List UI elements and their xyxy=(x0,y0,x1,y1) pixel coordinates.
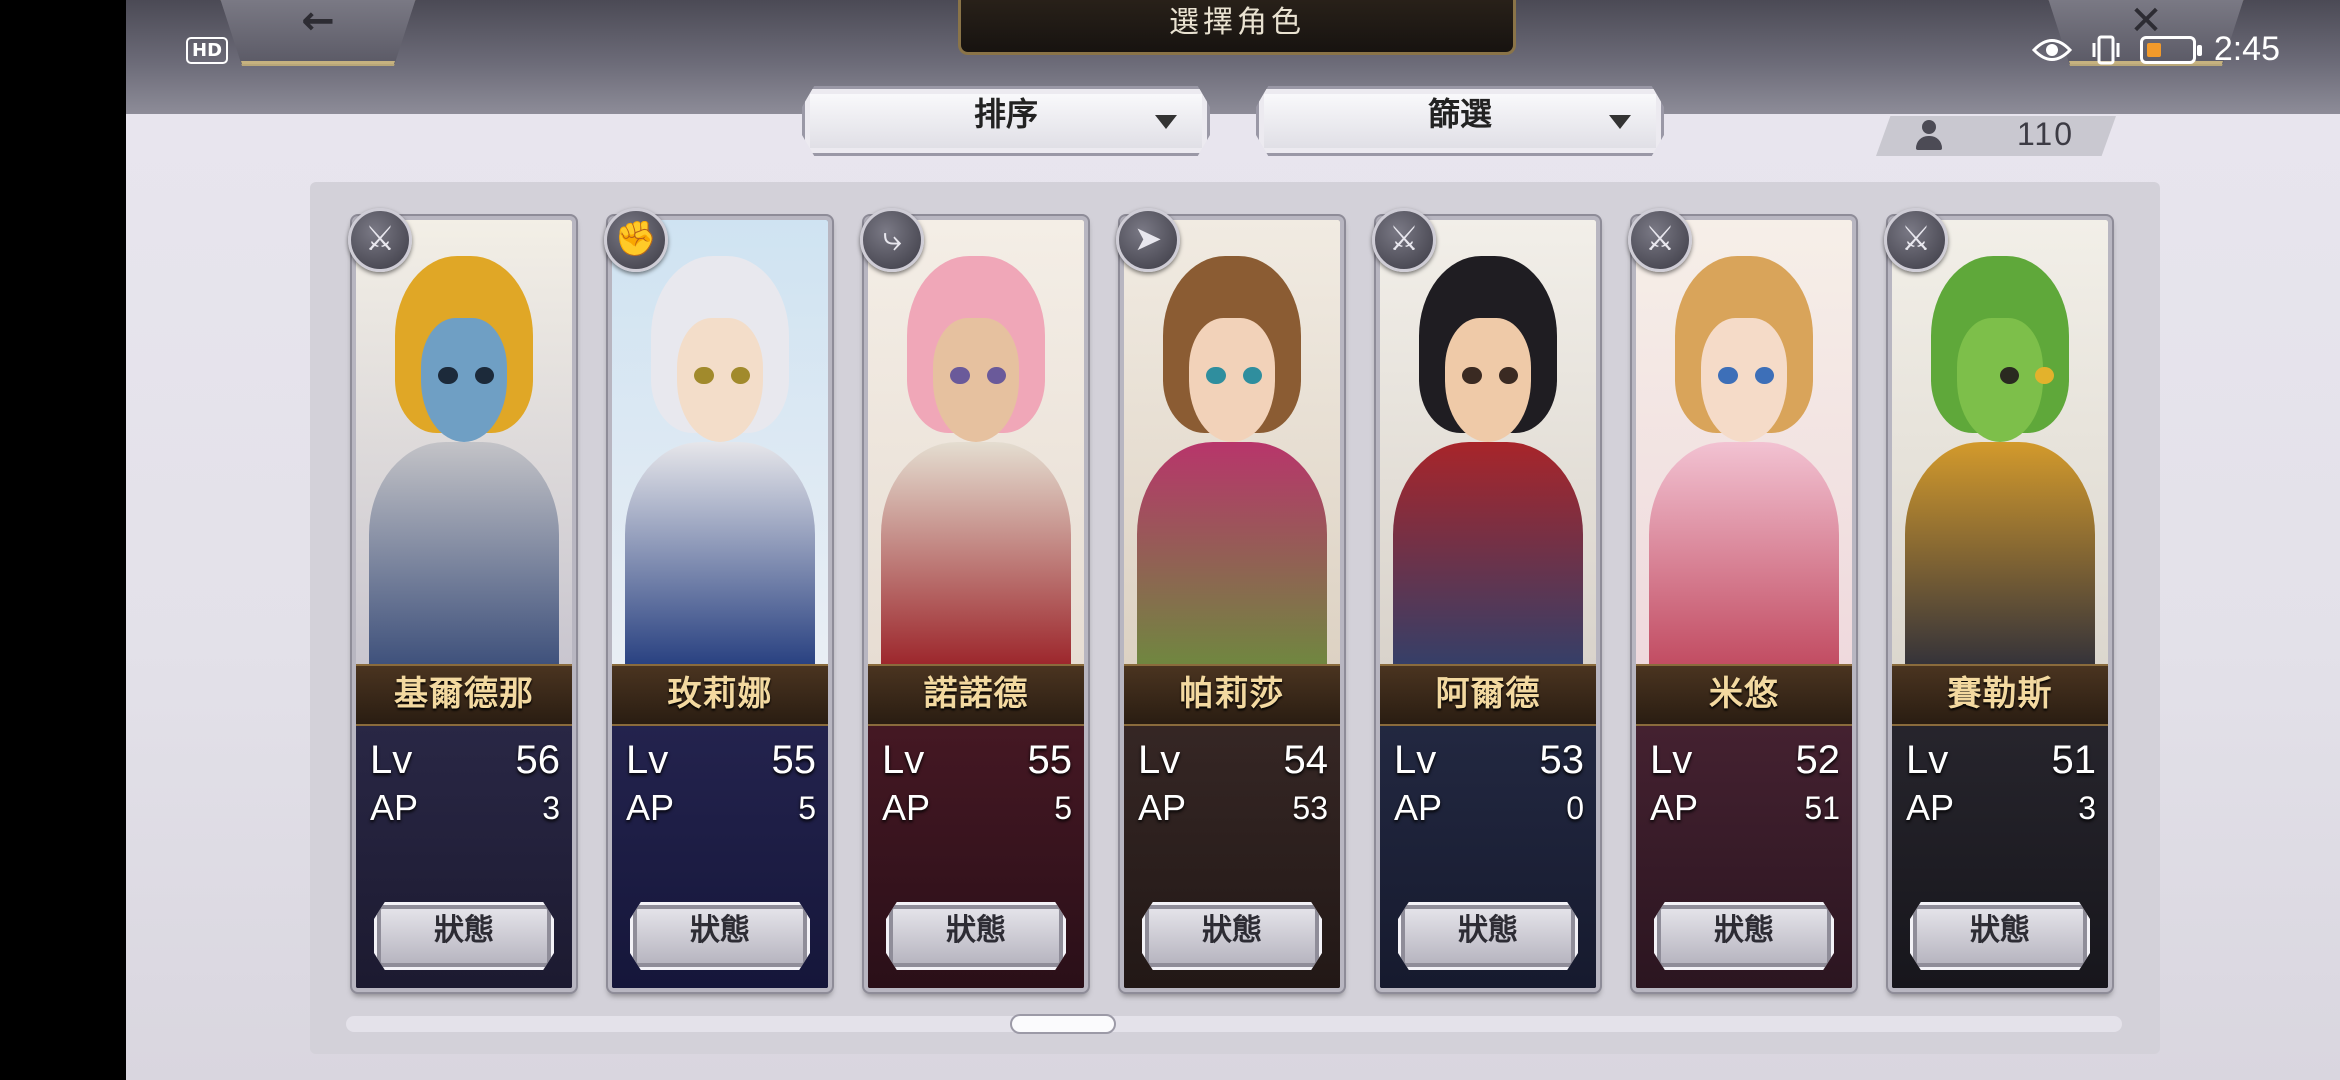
character-portrait xyxy=(1636,220,1852,673)
staff-icon: ⤷ xyxy=(860,208,924,272)
ap-label: AP xyxy=(1650,787,1699,828)
ap-value: 0 xyxy=(1566,790,1584,826)
character-portrait xyxy=(1380,220,1596,673)
clock: 2:45 xyxy=(2213,30,2280,68)
lv-value: 55 xyxy=(1027,738,1073,782)
ap-label: AP xyxy=(1906,787,1955,828)
lv-label: Lv xyxy=(370,738,413,782)
filter-dropdown[interactable]: 篩選 xyxy=(1256,86,1664,156)
lv-label: Lv xyxy=(1650,738,1693,782)
character-name: 賽勒斯 xyxy=(1892,664,2108,726)
ap-label: AP xyxy=(1138,787,1187,828)
lv-label: Lv xyxy=(882,738,925,782)
character-name: 帕莉莎 xyxy=(1124,664,1340,726)
filter-label: 篩選 xyxy=(1427,95,1492,133)
sword-icon: ⚔ xyxy=(348,208,412,272)
lv-label: Lv xyxy=(1394,738,1437,782)
character-card[interactable]: 基爾德那 Lv 56 AP 3 狀態 xyxy=(352,216,576,992)
character-portrait xyxy=(1892,220,2108,673)
lv-label: Lv xyxy=(626,738,669,782)
character-portrait xyxy=(1124,220,1340,673)
vibrate-icon xyxy=(2092,35,2120,64)
character-card[interactable]: 帕莉莎 Lv 54 AP 53 狀態 xyxy=(1120,216,1344,992)
status-button[interactable]: 狀態 xyxy=(1142,902,1322,970)
ap-value: 3 xyxy=(542,790,560,826)
ap-label: AP xyxy=(882,787,931,828)
ap-label: AP xyxy=(626,787,675,828)
character-count-value: 110 xyxy=(2016,116,2074,152)
ap-label: AP xyxy=(370,787,419,828)
lv-label: Lv xyxy=(1906,738,1949,782)
character-card[interactable]: 賽勒斯 Lv 51 AP 3 狀態 xyxy=(1888,216,2112,992)
ap-label: AP xyxy=(1394,787,1443,828)
top-bar: HD 5G ← 選擇角色 ✕ 2:45 xyxy=(126,0,2340,114)
bow-icon: ➤ xyxy=(1116,208,1180,272)
lv-value: 53 xyxy=(1539,738,1585,782)
status-button[interactable]: 狀態 xyxy=(374,902,554,970)
character-portrait xyxy=(356,220,572,673)
horizontal-scrollbar[interactable] xyxy=(346,1016,2122,1032)
lv-value: 55 xyxy=(771,738,817,782)
lv-value: 56 xyxy=(515,738,561,782)
page-title: 選擇角色 xyxy=(958,0,1516,55)
character-card[interactable]: 阿爾德 Lv 53 AP 0 狀態 xyxy=(1376,216,1600,992)
character-portrait xyxy=(868,220,1084,673)
character-name: 諾諾德 xyxy=(868,664,1084,726)
lv-value: 51 xyxy=(2051,738,2097,782)
back-arrow-icon: ← xyxy=(301,0,335,44)
katana-icon: ⚔ xyxy=(1884,208,1948,272)
game-screen: HD 5G ← 選擇角色 ✕ 2:45 xyxy=(126,0,2340,1080)
ap-value: 3 xyxy=(2078,790,2096,826)
ap-value: 53 xyxy=(1292,790,1328,826)
sort-label: 排序 xyxy=(973,95,1038,133)
lv-value: 52 xyxy=(1795,738,1841,782)
status-button[interactable]: 狀態 xyxy=(886,902,1066,970)
character-name: 米悠 xyxy=(1636,664,1852,726)
character-name: 玫莉娜 xyxy=(612,664,828,726)
sword-icon: ⚔ xyxy=(1372,208,1436,272)
ap-value: 5 xyxy=(1054,790,1072,826)
character-name: 基爾德那 xyxy=(356,664,572,726)
status-button[interactable]: 狀態 xyxy=(1654,902,1834,970)
character-card[interactable]: 玫莉娜 Lv 55 AP 5 狀態 xyxy=(608,216,832,992)
character-card[interactable]: 諾諾德 Lv 55 AP 5 狀態 xyxy=(864,216,1088,992)
ap-value: 5 xyxy=(798,790,816,826)
status-bar-right: 2:45 xyxy=(2031,30,2280,69)
back-button[interactable]: ← xyxy=(218,0,418,66)
lv-label: Lv xyxy=(1138,738,1181,782)
chevron-down-icon xyxy=(1609,115,1631,129)
lv-value: 54 xyxy=(1283,738,1329,782)
character-card[interactable]: 米悠 Lv 52 AP 51 狀態 xyxy=(1632,216,1856,992)
battery-icon xyxy=(2139,35,2202,64)
character-name: 阿爾德 xyxy=(1380,664,1596,726)
eye-icon xyxy=(2031,38,2072,61)
status-button[interactable]: 狀態 xyxy=(1398,902,1578,970)
character-count: 110 xyxy=(1876,116,2116,156)
character-portrait xyxy=(612,220,828,673)
sort-dropdown[interactable]: 排序 xyxy=(802,86,1210,156)
hd-badge: HD xyxy=(186,36,229,64)
scrollbar-thumb[interactable] xyxy=(1010,1014,1116,1034)
sword-icon: ⚔ xyxy=(1628,208,1692,272)
status-button[interactable]: 狀態 xyxy=(630,902,810,970)
status-button[interactable]: 狀態 xyxy=(1910,902,2090,970)
chevron-down-icon xyxy=(1155,115,1177,129)
ap-value: 51 xyxy=(1804,790,1840,826)
person-icon xyxy=(1914,120,1944,152)
fist-icon: ✊ xyxy=(604,208,668,272)
character-list-panel: ⚔ 基爾德那 Lv 56 AP 3 狀態 ✊ 玫莉娜 Lv 55 AP 5 狀態… xyxy=(310,182,2160,1054)
